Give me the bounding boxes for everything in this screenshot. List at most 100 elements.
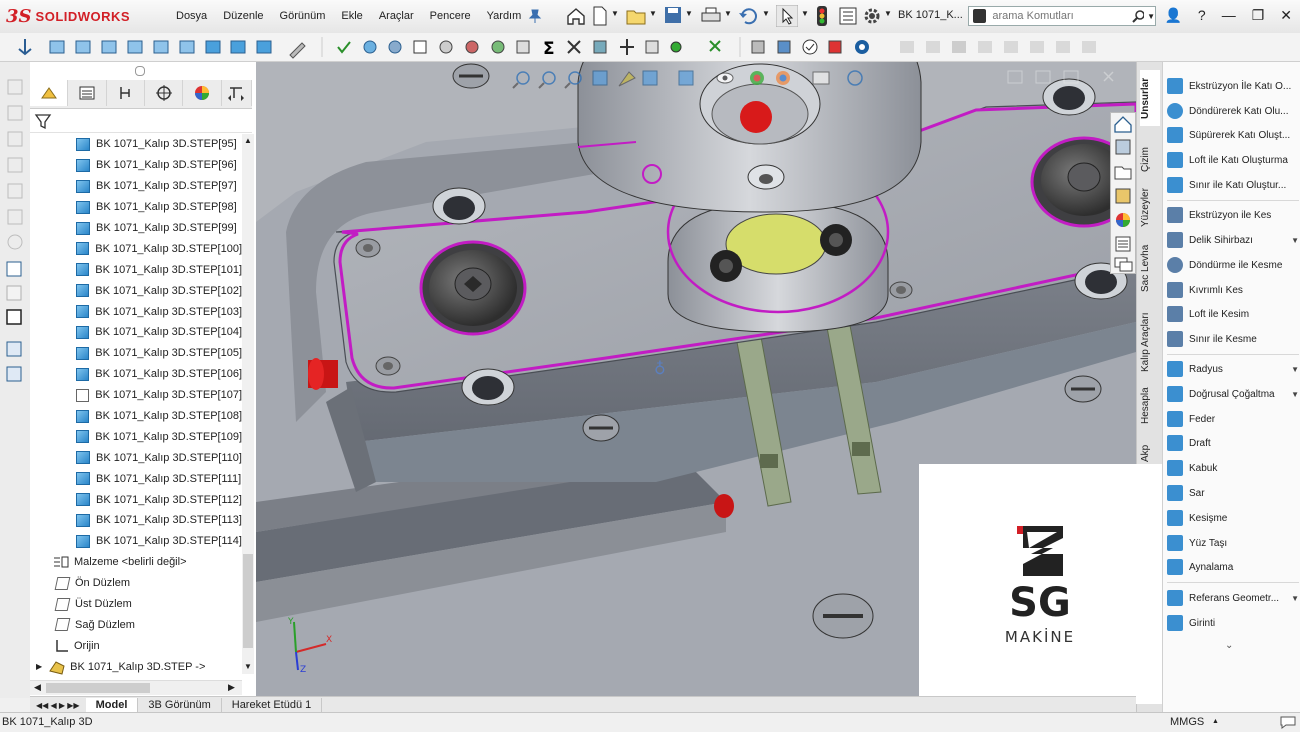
hole-wizard-icon[interactable] bbox=[205, 40, 221, 54]
tree-item[interactable]: BK 1071_Kalıp 3D.STEP[105] bbox=[30, 343, 242, 364]
tree-item[interactable]: BK 1071_Kalıp 3D.STEP[111] bbox=[30, 468, 242, 489]
save-icon[interactable] bbox=[664, 6, 682, 24]
select-loop-icon[interactable] bbox=[6, 261, 22, 277]
file-properties-icon[interactable] bbox=[838, 6, 858, 26]
view-settings-icon[interactable] bbox=[812, 71, 830, 85]
undo-dropdown-icon[interactable]: ▼ bbox=[762, 9, 770, 18]
tree-item[interactable]: BK 1071_Kalıp 3D.STEP[101] bbox=[30, 259, 242, 280]
scroll-right-icon[interactable]: ▶ bbox=[228, 682, 235, 693]
new-dropdown-icon[interactable]: ▼ bbox=[611, 9, 619, 18]
sketch-pencil-icon[interactable] bbox=[289, 42, 306, 59]
thickness-analysis-icon[interactable] bbox=[670, 41, 682, 53]
help-icon[interactable]: ? bbox=[1198, 7, 1206, 24]
feature-rib[interactable]: Feder bbox=[1167, 408, 1299, 430]
tree-item[interactable]: BK 1071_Kalıp 3D.STEP[104] bbox=[30, 322, 242, 343]
zoom-to-fit-icon[interactable] bbox=[512, 71, 530, 89]
tab-3d-view[interactable]: 3B Görünüm bbox=[138, 698, 222, 712]
undo-icon[interactable] bbox=[738, 6, 760, 26]
tree-item[interactable]: BK 1071_Kalıp 3D.STEP[100] bbox=[30, 238, 242, 259]
extrude-cut-icon[interactable] bbox=[179, 40, 195, 54]
edit-appearance-icon[interactable] bbox=[750, 71, 764, 85]
tree-item-plane[interactable]: Sağ Düzlem bbox=[30, 614, 242, 635]
menu-item-file[interactable]: Dosya bbox=[168, 8, 215, 24]
loft-boss-icon[interactable] bbox=[127, 40, 143, 54]
menu-item-view[interactable]: Görünüm bbox=[272, 8, 334, 24]
view-orientation-icon[interactable] bbox=[642, 70, 658, 86]
hide-show-items-icon[interactable] bbox=[716, 72, 734, 84]
tree-item[interactable]: BK 1071_Kalıp 3D.STEP[103] bbox=[30, 301, 242, 322]
compare-icon[interactable] bbox=[645, 40, 659, 54]
search-dropdown-icon[interactable]: ▼ bbox=[1147, 12, 1155, 21]
previous-view-icon[interactable] bbox=[564, 71, 582, 89]
feature-extrude-boss[interactable]: Ekstrüzyon İle Katı O... bbox=[1167, 75, 1299, 97]
scroll-left-icon[interactable]: ◀ bbox=[34, 682, 41, 693]
forum-icon[interactable] bbox=[1114, 257, 1133, 272]
scroll-up-icon[interactable]: ▲ bbox=[244, 136, 252, 145]
new-document-icon[interactable] bbox=[592, 6, 608, 26]
feature-fillet[interactable]: Radyus ▼ bbox=[1167, 358, 1299, 380]
viewport-close-icon[interactable] bbox=[1103, 71, 1114, 82]
tree-item[interactable]: BK 1071_Kalıp 3D.STEP[95] bbox=[30, 134, 242, 155]
custom-properties-icon[interactable] bbox=[1115, 236, 1131, 252]
select-arrow-icon[interactable] bbox=[776, 5, 798, 27]
tab-overflow[interactable] bbox=[222, 80, 253, 106]
section-view-icon[interactable] bbox=[592, 70, 608, 86]
expand-more-chevron-icon[interactable]: ⌄ bbox=[1225, 640, 1233, 651]
tree-item[interactable]: BK 1071_Kalıp 3D.STEP[108] bbox=[30, 406, 242, 427]
viewport-maximize-icon[interactable] bbox=[1063, 70, 1079, 84]
print-dropdown-icon[interactable]: ▼ bbox=[724, 9, 732, 18]
tree-item[interactable]: BK 1071_Kalıp 3D.STEP[113] bbox=[30, 510, 242, 531]
extrude-boss-icon[interactable] bbox=[49, 40, 65, 54]
revolve-cut-icon[interactable] bbox=[230, 40, 246, 54]
dropdown-arrow-icon[interactable]: ▼ bbox=[1291, 365, 1299, 374]
tree-item[interactable]: BK 1071_Kalıp 3D.STEP[112] bbox=[30, 489, 242, 510]
statistics-icon[interactable] bbox=[465, 40, 479, 54]
filter-funnel-icon[interactable] bbox=[34, 112, 54, 132]
zoom-area-icon[interactable] bbox=[538, 71, 556, 89]
chat-icon[interactable] bbox=[1280, 715, 1296, 729]
boundary-boss-icon[interactable] bbox=[153, 40, 169, 54]
tab-sheet-metal[interactable]: Sac Levha bbox=[1140, 238, 1160, 298]
tab-mold-tools[interactable]: Kalıp Araçları bbox=[1140, 306, 1160, 378]
save-dropdown-icon[interactable]: ▼ bbox=[685, 9, 693, 18]
feature-revolve-boss[interactable]: Döndürerek Katı Olu... bbox=[1167, 100, 1299, 122]
menu-item-help[interactable]: Yardım bbox=[479, 8, 530, 24]
dropdown-arrow-icon[interactable]: ▼ bbox=[1291, 390, 1299, 399]
units-dropdown-icon[interactable]: ▲ bbox=[1212, 718, 1219, 725]
copy-body-icon[interactable] bbox=[6, 341, 22, 357]
tab-sketch[interactable]: Çizim bbox=[1140, 140, 1160, 180]
spell-check-icon[interactable] bbox=[337, 41, 351, 54]
search-input[interactable] bbox=[990, 9, 1133, 23]
feature-move-face[interactable]: Yüz Taşı bbox=[1167, 532, 1299, 554]
close-button[interactable]: ✕ bbox=[1280, 7, 1292, 24]
design-library-icon[interactable] bbox=[1115, 139, 1131, 155]
section-properties-icon[interactable] bbox=[413, 40, 427, 54]
tree-item-origin[interactable]: Orijin bbox=[30, 635, 242, 656]
feature-sweep-boss[interactable]: Süpürerek Katı Oluşt... bbox=[1167, 124, 1299, 146]
feature-linear-pattern[interactable]: Doğrusal Çoğaltma ▼ bbox=[1167, 383, 1299, 405]
tab-evaluate[interactable]: Hesapla bbox=[1140, 380, 1160, 432]
home-icon[interactable] bbox=[566, 7, 586, 25]
viewport-split-icon[interactable] bbox=[1035, 70, 1051, 84]
dropdown-arrow-icon[interactable]: ▼ bbox=[1291, 236, 1299, 245]
mass-properties-icon[interactable] bbox=[388, 40, 402, 54]
command-search[interactable]: ▼ bbox=[968, 6, 1156, 26]
sensor-icon[interactable] bbox=[439, 40, 453, 54]
user-icon[interactable]: 👤 bbox=[1164, 7, 1181, 24]
tab-motion-study[interactable]: Hareket Etüdü 1 bbox=[222, 698, 323, 712]
equations-sigma-icon[interactable]: Σ bbox=[543, 39, 555, 59]
minimize-button[interactable]: — bbox=[1222, 7, 1236, 24]
shell-icon[interactable] bbox=[256, 40, 272, 54]
move-body-icon[interactable] bbox=[6, 366, 22, 382]
import-diagnostics-icon[interactable] bbox=[709, 40, 721, 52]
tree-vertical-scrollbar[interactable]: ▲ ▼ bbox=[242, 134, 254, 674]
tree-item[interactable]: BK 1071_Kalıp 3D.STEP[97] bbox=[30, 176, 242, 197]
file-explorer-icon[interactable] bbox=[1114, 166, 1132, 180]
display-pane-icon[interactable] bbox=[847, 70, 863, 86]
feature-intersect[interactable]: Kesişme bbox=[1167, 507, 1299, 529]
feature-indent[interactable]: Girinti bbox=[1167, 612, 1299, 634]
draft-analysis-icon[interactable] bbox=[516, 40, 530, 54]
measure-icon[interactable] bbox=[363, 40, 377, 54]
tree-item[interactable]: BK 1071_Kalıp 3D.STEP[110] bbox=[30, 447, 242, 468]
tree-filter-bar[interactable] bbox=[30, 110, 252, 133]
